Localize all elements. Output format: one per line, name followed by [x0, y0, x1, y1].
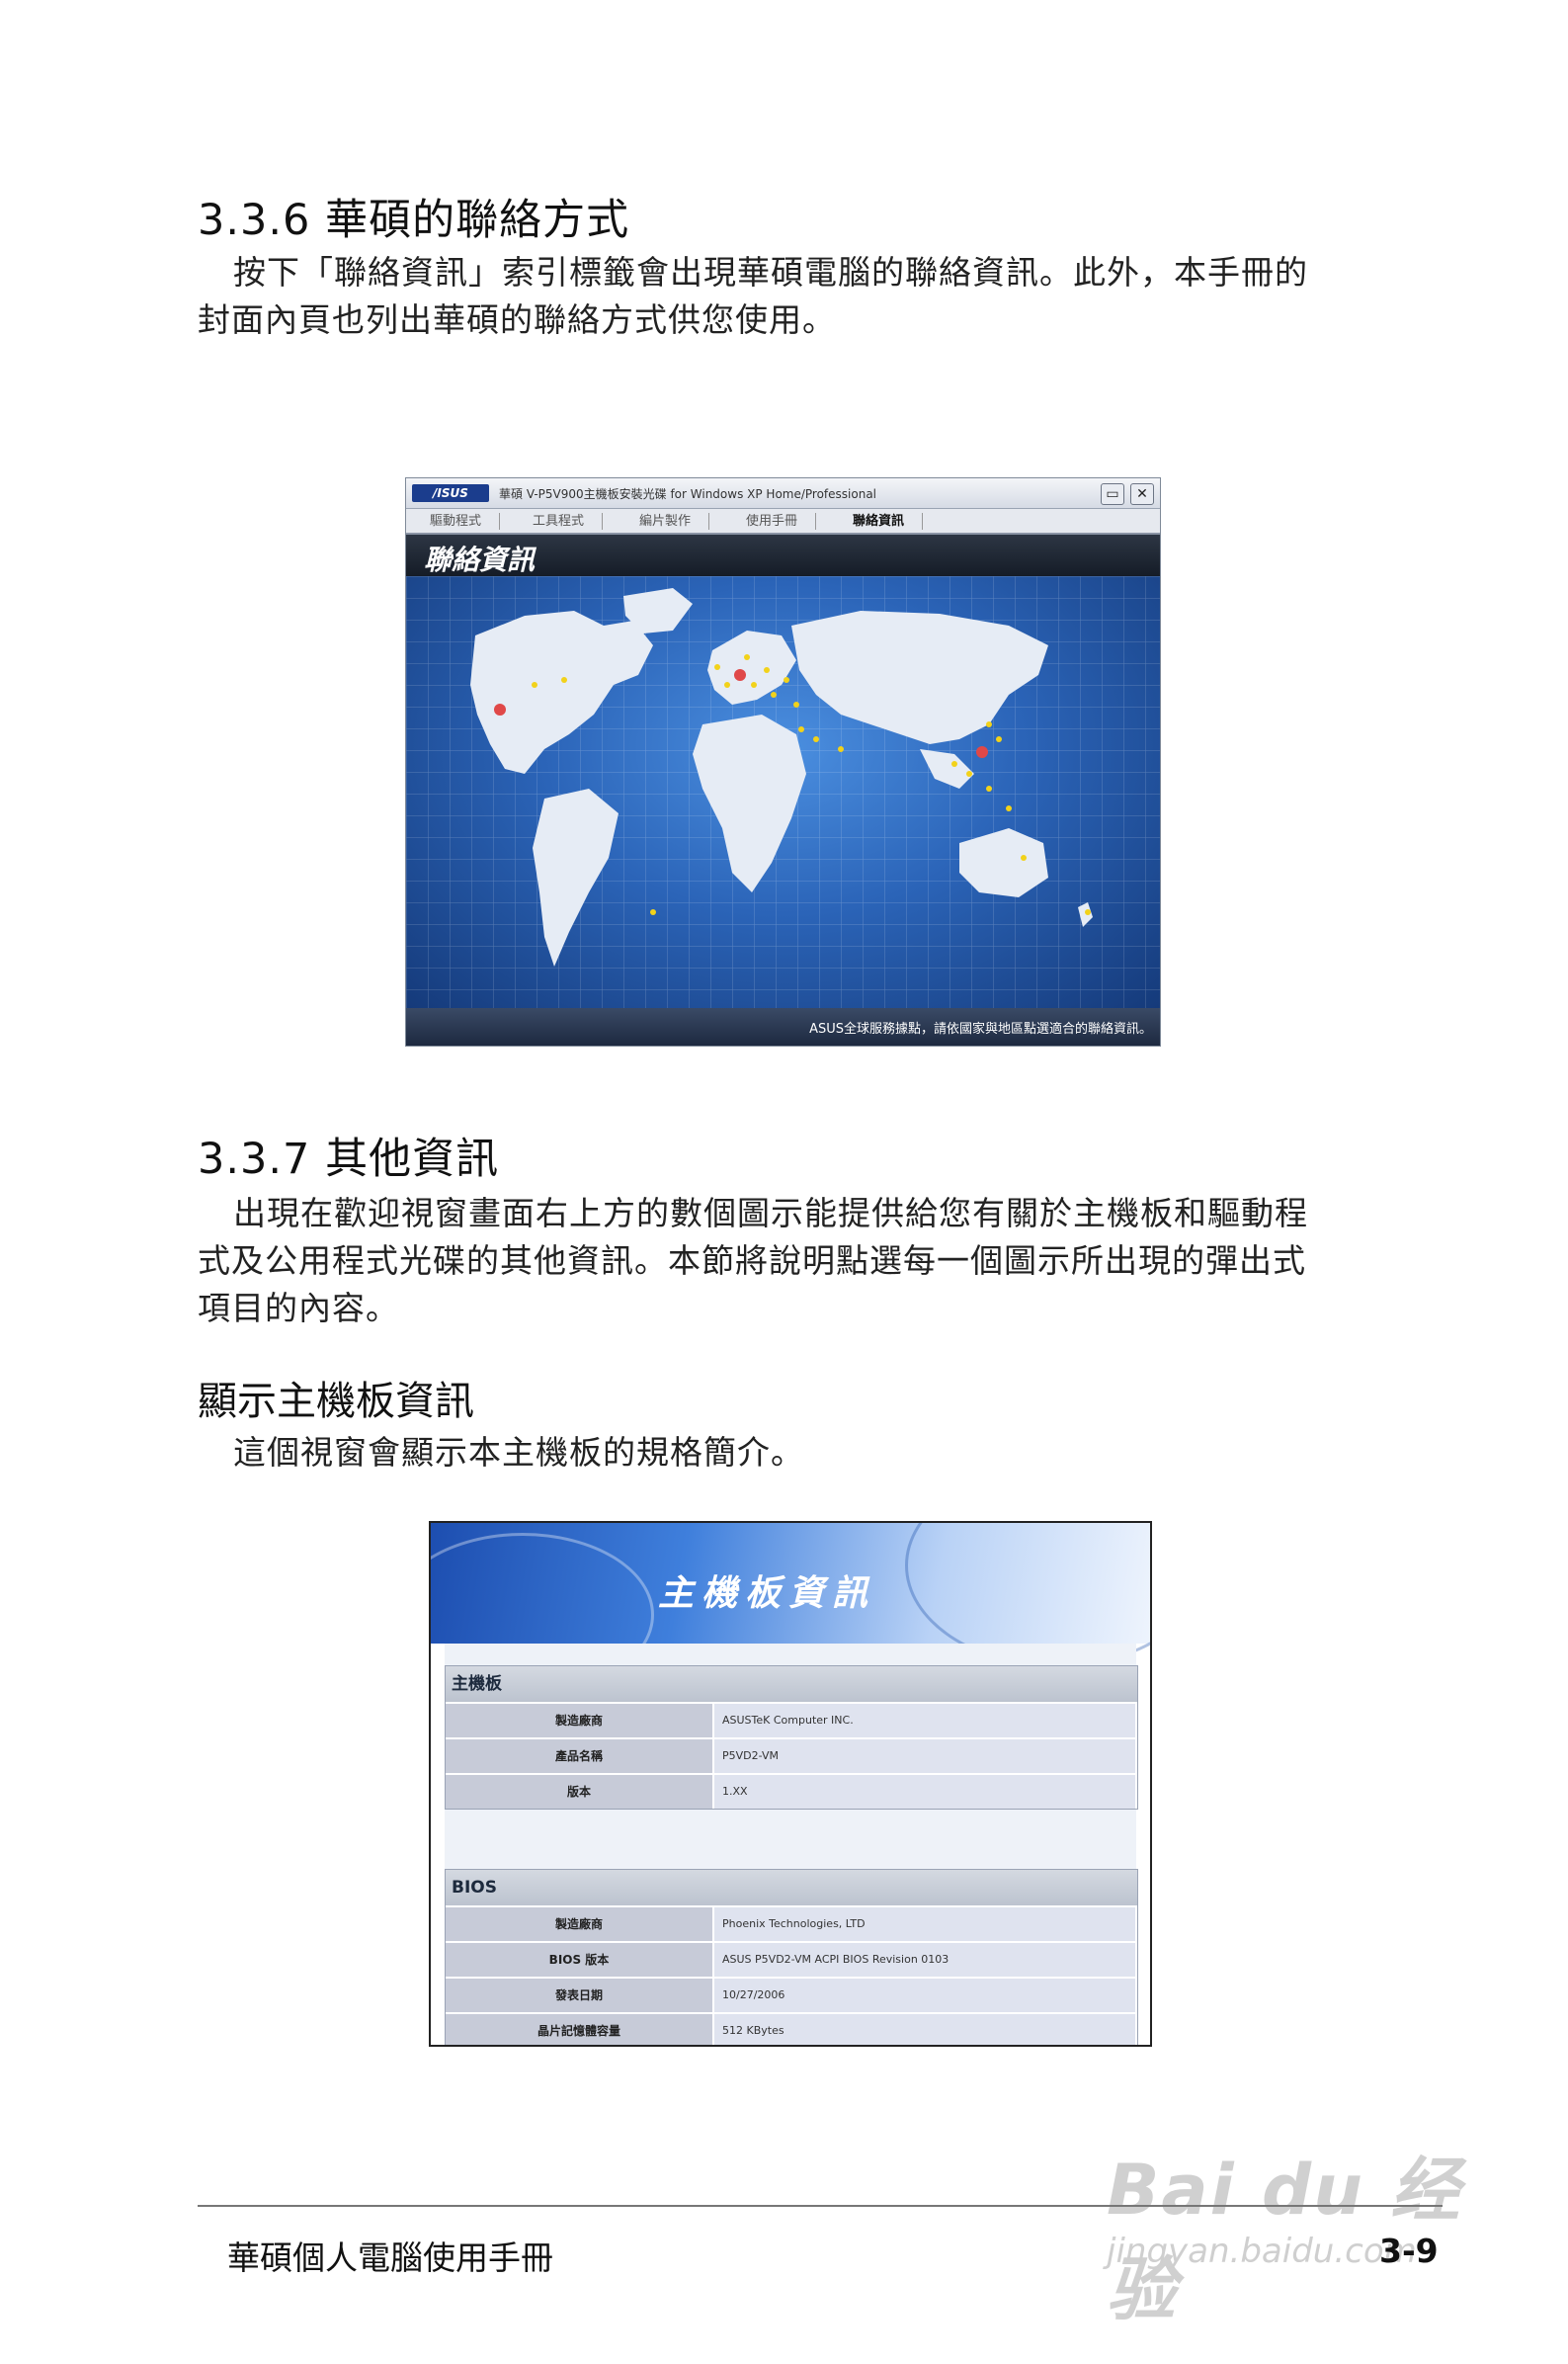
office-marker[interactable]: [1021, 855, 1027, 861]
other-info-paragraph-line: 項目的內容。: [198, 1289, 399, 1327]
window-footer: ASUS全球服務據點，請依國家與地區點選適合的聯絡資訊。: [406, 1008, 1160, 1046]
bios-info-value: 512 KBytes: [714, 2014, 1135, 2045]
mb-info-label: 產品名稱: [446, 1739, 712, 1773]
tab-utilities[interactable]: 工具程式: [515, 513, 604, 530]
mb-info-value: ASUSTeK Computer INC.: [714, 1704, 1135, 1737]
world-map: [406, 576, 1160, 1008]
panel-header-title: 聯絡資訊: [424, 544, 536, 576]
mb-info-banner-title: 主機板資訊: [658, 1573, 876, 1614]
window-title: 華碩 V-P5V900主機板安裝光碟 for Windows XP Home/P…: [499, 487, 877, 501]
mb-info-content: 主機板 製造廠商 ASUSTeK Computer INC. 產品名稱 P5VD…: [445, 1644, 1138, 2045]
minimize-icon[interactable]: ▭: [1101, 483, 1124, 505]
office-marker[interactable]: [650, 909, 656, 915]
mb-info-value: P5VD2-VM: [714, 1739, 1135, 1773]
asus-logo: /ISUS: [412, 484, 489, 502]
office-marker[interactable]: [838, 746, 844, 752]
mb-info-label: 版本: [446, 1775, 712, 1809]
office-marker[interactable]: [784, 677, 789, 683]
office-marker-hq[interactable]: [976, 746, 988, 758]
office-marker[interactable]: [764, 667, 770, 673]
office-marker[interactable]: [986, 786, 992, 792]
bios-info-label: 晶片記憶體容量: [446, 2014, 712, 2045]
other-info-paragraph: 出現在歡迎視窗畫面右上方的數個圖示能提供給您有關於主機板和驅動程 式及公用程式光…: [198, 1190, 1308, 1332]
bios-info-value: ASUS P5VD2-VM ACPI BIOS Revision 0103: [714, 1943, 1135, 1977]
tab-bar: 驅動程式 工具程式 編片製作 使用手冊 聯絡資訊: [406, 509, 1160, 535]
contact-paragraph-line: 按下「聯絡資訊」索引標籤會出現華碩電腦的聯絡資訊。此外，本手冊的: [233, 253, 1308, 292]
bios-group: BIOS 製造廠商 Phoenix Technologies, LTD BIOS…: [445, 1869, 1138, 2045]
mb-info-label: 製造廠商: [446, 1704, 712, 1737]
other-info-paragraph-line: 出現在歡迎視窗畫面右上方的數個圖示能提供給您有關於主機板和驅動程: [233, 1194, 1308, 1232]
office-marker[interactable]: [986, 721, 992, 727]
bios-info-label: BIOS 版本: [446, 1943, 712, 1977]
office-marker[interactable]: [744, 654, 750, 660]
footer-hint: ASUS全球服務據點，請依國家與地區點選適合的聯絡資訊。: [809, 1022, 1152, 1037]
bios-info-label: 製造廠商: [446, 1907, 712, 1941]
office-marker[interactable]: [751, 682, 757, 688]
office-marker[interactable]: [724, 682, 730, 688]
office-marker-hq[interactable]: [494, 704, 506, 716]
office-marker[interactable]: [1085, 909, 1091, 915]
other-info-paragraph-line: 式及公用程式光碟的其他資訊。本節將說明點選每一個圖示所出現的彈出式: [198, 1241, 1306, 1280]
mb-info-row: 製造廠商 ASUSTeK Computer INC.: [446, 1702, 1137, 1737]
mb-info-value: 1.XX: [714, 1775, 1135, 1809]
office-marker[interactable]: [561, 677, 567, 683]
office-marker[interactable]: [1006, 805, 1012, 811]
contact-window-screenshot: /ISUS 華碩 V-P5V900主機板安裝光碟 for Windows XP …: [405, 477, 1161, 1047]
office-marker[interactable]: [951, 761, 957, 767]
mb-info-banner: 主機板資訊: [431, 1523, 1150, 1697]
bios-info-row: 製造廠商 Phoenix Technologies, LTD: [446, 1905, 1137, 1941]
mb-group: 主機板 製造廠商 ASUSTeK Computer INC. 產品名稱 P5VD…: [445, 1665, 1138, 1810]
office-marker[interactable]: [771, 692, 777, 698]
contact-paragraph: 按下「聯絡資訊」索引標籤會出現華碩電腦的聯絡資訊。此外，本手冊的 封面內頁也列出…: [198, 249, 1308, 344]
watermark-url: jingyan.baidu.com: [1107, 2232, 1417, 2271]
bios-info-value: 10/27/2006: [714, 1979, 1135, 2012]
office-marker[interactable]: [996, 736, 1002, 742]
mb-info-row: 版本 1.XX: [446, 1773, 1137, 1809]
office-marker[interactable]: [532, 682, 537, 688]
subsection-heading-mb-info: 顯示主機板資訊: [198, 1379, 474, 1424]
mb-info-window-screenshot: 主機板資訊 主機板 製造廠商 ASUSTeK Computer INC. 產品名…: [429, 1521, 1152, 2047]
office-marker[interactable]: [714, 664, 720, 670]
tab-manual[interactable]: 使用手冊: [728, 513, 817, 530]
bios-info-row: 發表日期 10/27/2006: [446, 1977, 1137, 2012]
bios-group-title: BIOS: [446, 1870, 1137, 1905]
office-marker[interactable]: [798, 726, 804, 732]
contact-paragraph-line: 封面內頁也列出華碩的聯絡方式供您使用。: [198, 300, 836, 339]
page-number: 3-9: [1379, 2232, 1439, 2270]
panel-header: 聯絡資訊: [406, 535, 1160, 576]
footer-title: 華碩個人電腦使用手冊: [227, 2238, 553, 2277]
office-marker[interactable]: [966, 771, 972, 777]
footer-divider: [198, 2205, 1443, 2207]
bios-info-value: Phoenix Technologies, LTD: [714, 1907, 1135, 1941]
tab-drivers[interactable]: 驅動程式: [412, 513, 501, 530]
close-icon[interactable]: ✕: [1130, 483, 1154, 505]
bios-info-row: BIOS 版本 ASUS P5VD2-VM ACPI BIOS Revision…: [446, 1941, 1137, 1977]
office-marker[interactable]: [793, 702, 799, 708]
mb-info-row: 產品名稱 P5VD2-VM: [446, 1737, 1137, 1773]
tab-contact[interactable]: 聯絡資訊: [835, 513, 924, 530]
tab-video[interactable]: 編片製作: [621, 513, 710, 530]
window-titlebar: /ISUS 華碩 V-P5V900主機板安裝光碟 for Windows XP …: [406, 478, 1160, 509]
bios-info-label: 發表日期: [446, 1979, 712, 2012]
office-marker-hq[interactable]: [734, 669, 746, 681]
section-heading-other-info: 3.3.7 其他資訊: [198, 1135, 500, 1184]
mb-group-title: 主機板: [446, 1666, 1137, 1702]
bios-info-row: 晶片記憶體容量 512 KBytes: [446, 2012, 1137, 2045]
office-marker[interactable]: [813, 736, 819, 742]
mb-info-paragraph: 這個視窗會顯示本主機板的規格簡介。: [233, 1433, 804, 1472]
section-heading-contact: 3.3.6 華碩的聯絡方式: [198, 196, 630, 245]
